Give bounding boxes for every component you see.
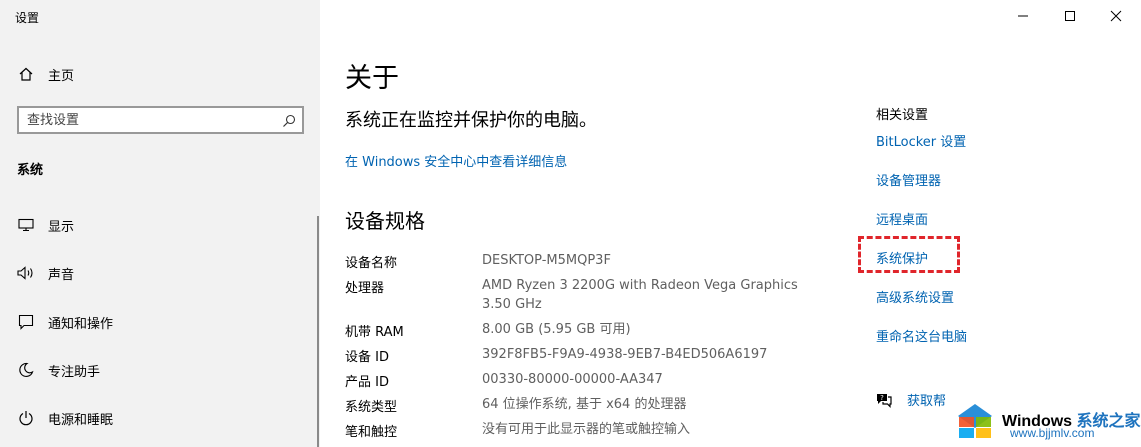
spec-value: DESKTOP-M5MQP3F — [482, 253, 611, 268]
sidebar-item-label: 显示 — [48, 219, 75, 235]
rename-pc-link[interactable]: 重命名这台电脑 — [876, 326, 967, 345]
spec-label: 系统类型 — [345, 400, 398, 415]
svg-text:?: ? — [880, 394, 884, 402]
search-box[interactable] — [17, 106, 304, 134]
spec-value: 00330-80000-00000-AA347 — [482, 372, 663, 387]
power-icon — [17, 409, 35, 427]
focus-assist-icon — [17, 361, 35, 379]
remote-desktop-link[interactable]: 远程桌面 — [876, 209, 928, 228]
sidebar-item-label: 专注助手 — [48, 364, 101, 380]
sidebar-item-focus-assist[interactable]: 专注助手 — [0, 350, 320, 390]
get-help-label: 获取帮 — [907, 394, 947, 409]
spec-value: 392F8FB5-F9A9-4938-9EB7-B4ED506A6197 — [482, 347, 768, 362]
spec-label: 设备 ID — [345, 350, 389, 365]
notification-icon — [17, 313, 35, 331]
spec-label: 设备名称 — [345, 256, 398, 271]
watermark: Windows 系统之家 www.bjjmlv.com — [950, 395, 1141, 447]
highlight-box — [858, 236, 960, 273]
related-settings-title: 相关设置 — [876, 108, 929, 123]
sidebar-item-display[interactable]: 显示 — [0, 205, 320, 245]
sidebar-item-home[interactable]: 主页 — [0, 54, 320, 94]
spec-value: 没有可用于此显示器的笔或触控输入 — [482, 422, 691, 437]
sidebar-item-label: 主页 — [48, 68, 75, 84]
sidebar: 设置 主页 系统 显示 声音 — [0, 0, 320, 447]
spec-value-line2: 3.50 GHz — [482, 297, 542, 312]
spec-value: AMD Ryzen 3 2200G with Radeon Vega Graph… — [482, 278, 798, 293]
sidebar-item-label: 电源和睡眠 — [48, 412, 114, 428]
search-icon[interactable] — [282, 113, 296, 127]
windows-logo-icon — [954, 398, 996, 440]
sidebar-item-label: 声音 — [48, 267, 75, 283]
page-title: 关于 — [345, 63, 399, 94]
help-chat-icon: ? — [875, 391, 893, 409]
spec-label: 处理器 — [345, 281, 385, 296]
sidebar-item-label: 通知和操作 — [48, 316, 114, 332]
spec-label: 笔和触控 — [345, 425, 398, 440]
spec-label: 机带 RAM — [345, 325, 404, 340]
watermark-url: www.bjjmlv.com — [1010, 426, 1095, 440]
protection-status-text: 系统正在监控并保护你的电脑。 — [345, 110, 597, 131]
sidebar-item-notifications[interactable]: 通知和操作 — [0, 302, 320, 342]
security-center-link[interactable]: 在 Windows 安全中心中查看详细信息 — [345, 151, 567, 170]
home-icon — [17, 65, 35, 83]
scrollbar[interactable] — [317, 216, 319, 447]
spec-value: 64 位操作系统, 基于 x64 的处理器 — [482, 397, 687, 412]
spec-label: 产品 ID — [345, 375, 389, 390]
advanced-system-settings-link[interactable]: 高级系统设置 — [876, 287, 954, 306]
sound-icon — [17, 264, 35, 282]
main-content: 关于 系统正在监控并保护你的电脑。 在 Windows 安全中心中查看详细信息 … — [317, 0, 1141, 447]
sidebar-item-power[interactable]: 电源和睡眠 — [0, 398, 320, 438]
device-manager-link[interactable]: 设备管理器 — [876, 170, 941, 189]
display-icon — [17, 216, 35, 234]
device-spec-title: 设备规格 — [345, 209, 425, 233]
search-input[interactable] — [27, 111, 277, 130]
section-title: 系统 — [17, 163, 44, 178]
bitlocker-settings-link[interactable]: BitLocker 设置 — [876, 131, 966, 150]
spec-value: 8.00 GB (5.95 GB 可用) — [482, 322, 631, 337]
app-title: 设置 — [15, 11, 40, 25]
sidebar-item-sound[interactable]: 声音 — [0, 253, 320, 293]
settings-window: 设置 主页 系统 显示 声音 — [0, 0, 1141, 447]
get-help-link[interactable]: ? 获取帮 — [875, 390, 946, 409]
